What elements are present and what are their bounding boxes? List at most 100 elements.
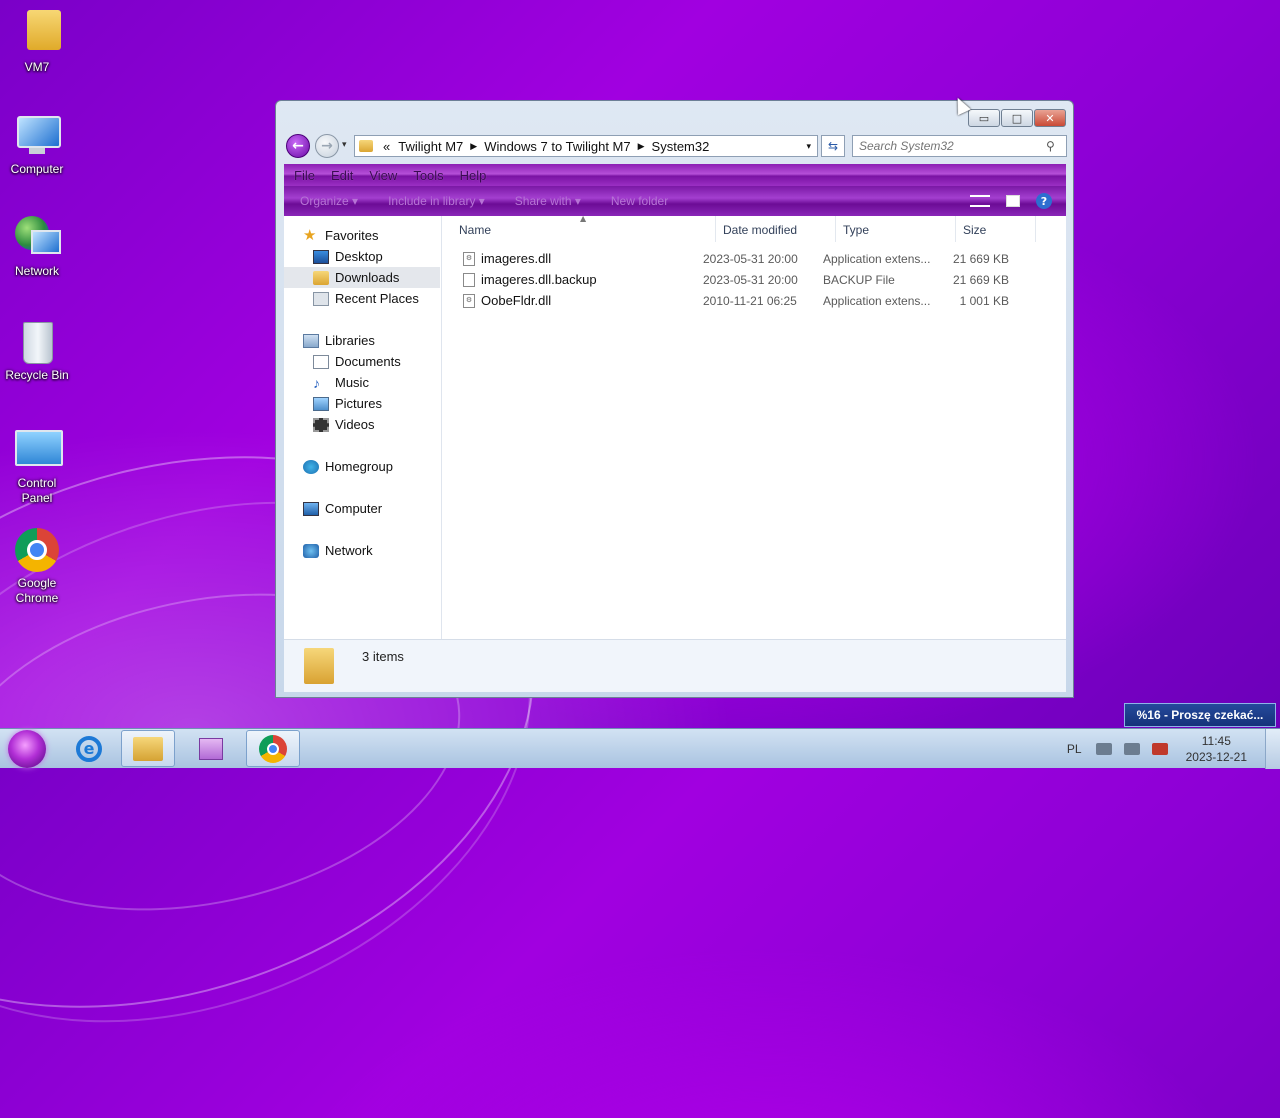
recent-places-icon [313, 291, 329, 306]
nav-downloads[interactable]: Downloads [284, 267, 440, 288]
breadcrumb-overflow[interactable]: « [379, 139, 394, 154]
chrome-icon [13, 526, 61, 574]
recent-pages-dropdown[interactable]: ▾ [342, 140, 347, 150]
progress-notification[interactable]: %16 - Proszę czekać... [1124, 703, 1276, 727]
taskbar-chrome[interactable] [246, 730, 300, 767]
menu-edit[interactable]: Edit [331, 168, 353, 183]
windows-explorer-icon [133, 736, 163, 761]
breadcrumb-twilight-m7[interactable]: Twilight M7 [394, 139, 467, 154]
desktop-icon-control-panel[interactable]: Control Panel [0, 426, 74, 506]
taskbar-internet-explorer[interactable]: e [62, 730, 116, 767]
breadcrumb-system32[interactable]: System32 [648, 139, 714, 154]
back-button[interactable]: ← [286, 134, 310, 158]
breadcrumb-windows7-to-twilight[interactable]: Windows 7 to Twilight M7 [480, 139, 634, 154]
nav-documents[interactable]: Documents [313, 351, 401, 372]
search-icon[interactable]: ⚲ [1046, 139, 1062, 153]
file-size: 21 669 KB [952, 272, 1009, 287]
volume-muted-icon[interactable] [1151, 743, 1168, 755]
file-type: BACKUP File [823, 272, 895, 287]
internet-explorer-icon: e [76, 735, 102, 762]
computer-icon [303, 501, 319, 516]
menu-file[interactable]: File [294, 168, 315, 183]
taskbar-windows-explorer[interactable] [121, 730, 175, 767]
file-row[interactable]: imageres.dll.backup 2023-05-31 20:00 BAC… [442, 269, 1066, 290]
share-with-button[interactable]: Share with ▾ [515, 194, 581, 208]
file-date: 2023-05-31 20:00 [703, 251, 798, 266]
refresh-button[interactable]: ⇆ [821, 135, 845, 157]
show-desktop-button[interactable] [1265, 729, 1280, 769]
nav-label: Pictures [335, 396, 382, 411]
menu-help[interactable]: Help [460, 168, 487, 183]
forward-button[interactable]: → [315, 134, 339, 158]
downloads-folder-icon [313, 270, 329, 285]
desktop-icon-network[interactable]: Network [0, 214, 74, 279]
menu-tools[interactable]: Tools [413, 168, 443, 183]
new-folder-button[interactable]: New folder [611, 194, 668, 208]
start-button[interactable] [8, 730, 46, 768]
navigation-bar: ← → ▾ « Twilight M7 ▶ Windows 7 to Twili… [284, 132, 1067, 160]
window-controls: ▭ □ ✕ [968, 109, 1066, 127]
desktop-icon-label: Computer [10, 162, 64, 176]
column-type[interactable]: Type [836, 216, 956, 242]
taskbar-media-player[interactable] [184, 730, 238, 767]
sort-arrow-icon: ▲ [580, 214, 587, 223]
system-tray: PL 11:45 2023-12-21 [1067, 729, 1280, 769]
libraries-icon [303, 333, 319, 348]
language-indicator[interactable]: PL [1067, 742, 1082, 756]
keyboard-icon[interactable] [1095, 743, 1112, 755]
user-folder-icon [13, 10, 61, 58]
organize-button[interactable]: Organize ▾ [300, 194, 358, 208]
column-size[interactable]: Size [956, 216, 1036, 242]
file-type: Application extens... [823, 251, 931, 266]
folder-icon [304, 648, 334, 684]
network-tray-icon[interactable] [1123, 743, 1140, 755]
nav-label: Network [325, 543, 373, 558]
dll-file-icon: ⚙ [463, 251, 475, 266]
nav-videos[interactable]: Videos [313, 414, 375, 435]
preview-pane-icon[interactable] [1006, 195, 1020, 207]
file-row[interactable]: ⚙ OobeFldr.dll 2010-11-21 06:25 Applicati… [442, 290, 1066, 311]
control-panel-icon [13, 426, 63, 474]
nav-label: Documents [335, 354, 401, 369]
explorer-window: ▭ □ ✕ ← → ▾ « Twilight M7 ▶ Windows 7 to… [275, 100, 1074, 698]
clock-date: 2023-12-21 [1185, 750, 1247, 764]
address-bar[interactable]: « Twilight M7 ▶ Windows 7 to Twilight M7… [354, 135, 818, 157]
videos-icon [313, 417, 329, 432]
nav-pictures[interactable]: Pictures [313, 393, 382, 414]
search-box[interactable]: ⚲ [852, 135, 1067, 157]
desktop-icon-computer[interactable]: Computer [0, 112, 74, 177]
column-date-modified[interactable]: Date modified [716, 216, 836, 242]
nav-computer[interactable]: Computer [303, 498, 382, 519]
close-button[interactable]: ✕ [1034, 109, 1066, 127]
help-icon[interactable]: ? [1036, 193, 1052, 209]
nav-label: Downloads [335, 270, 400, 285]
navigation-pane: ★ Favorites Desktop Downloads Recent Pla… [284, 216, 442, 639]
desktop-icon-label: Google Chrome [15, 576, 59, 605]
search-input[interactable] [853, 138, 1046, 154]
desktop-icon-chrome[interactable]: Google Chrome [0, 526, 74, 606]
desktop-icon-vm7[interactable]: VM7 [0, 6, 74, 75]
nav-desktop[interactable]: Desktop [313, 246, 383, 267]
nav-recent-places[interactable]: Recent Places [313, 288, 419, 309]
maximize-button[interactable]: □ [1001, 109, 1033, 127]
network-icon [303, 543, 319, 558]
nav-homegroup[interactable]: Homegroup [303, 456, 393, 477]
nav-favorites[interactable]: ★ Favorites [303, 225, 378, 246]
file-row[interactable]: ⚙ imageres.dll 2023-05-31 20:00 Applicati… [442, 248, 1066, 269]
taskbar: e PL 11:45 2023-12-21 [0, 728, 1280, 769]
desktop-icon-label: Network [14, 264, 59, 278]
desktop-icon-recycle-bin[interactable]: Recycle Bin [0, 318, 74, 383]
minimize-button[interactable]: ▭ [968, 109, 1000, 127]
chevron-down-icon[interactable]: ▾ [806, 141, 811, 152]
change-view-icon[interactable] [970, 195, 990, 207]
nav-network[interactable]: Network [303, 540, 373, 561]
menu-view[interactable]: View [369, 168, 397, 183]
clock[interactable]: 11:45 2023-12-21 [1186, 733, 1247, 765]
chevron-right-icon[interactable]: ▶ [467, 141, 480, 152]
include-in-library-button[interactable]: Include in library ▾ [388, 194, 485, 208]
column-name[interactable]: Name [442, 216, 716, 242]
nav-music[interactable]: ♪ Music [313, 372, 369, 393]
nav-label: Homegroup [325, 459, 393, 474]
chevron-right-icon[interactable]: ▶ [635, 141, 648, 152]
nav-libraries[interactable]: Libraries [303, 330, 375, 351]
